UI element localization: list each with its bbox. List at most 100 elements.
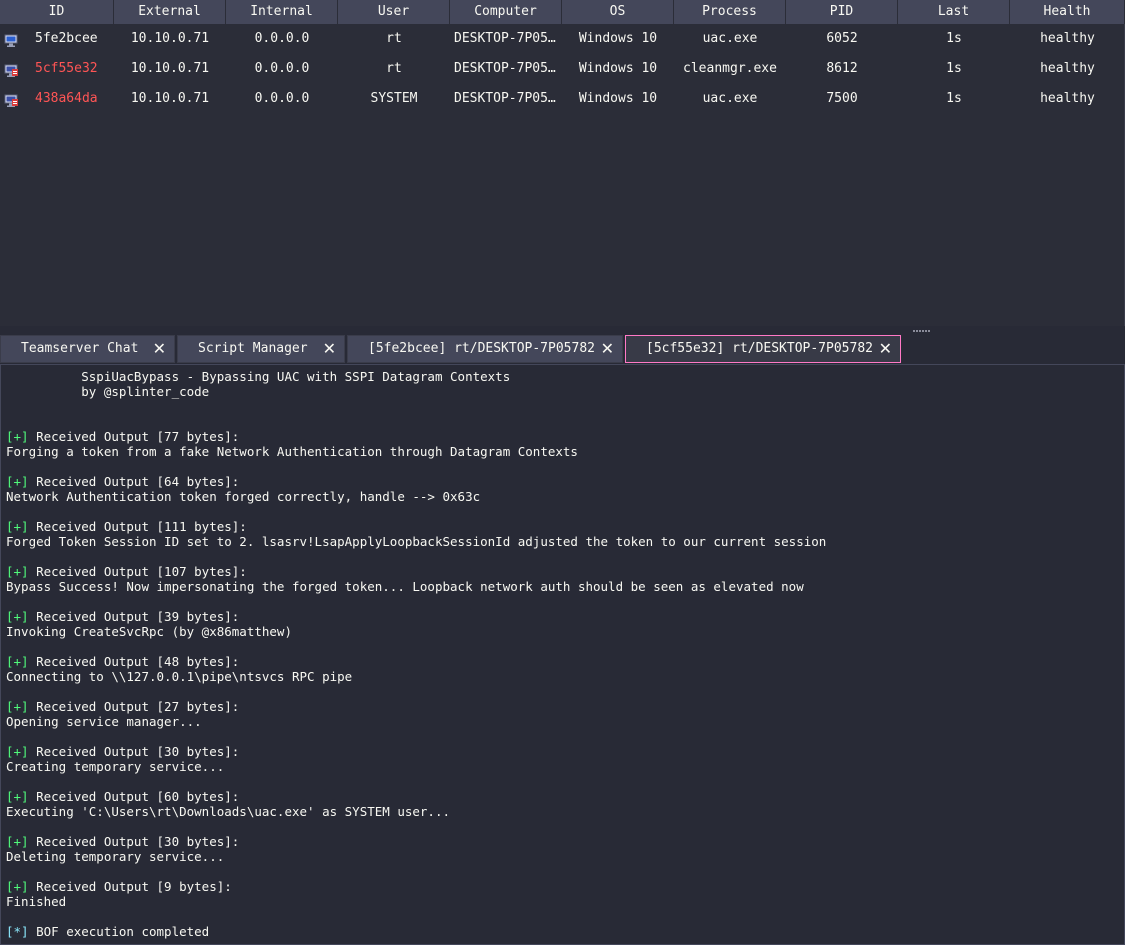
tab-teamserver-chat[interactable]: Teamserver Chat ✕ xyxy=(0,335,175,363)
console-line: Invoking CreateSvcRpc (by @x86matthew) xyxy=(6,624,1119,639)
console-line-text: Connecting to \\127.0.0.1\pipe\ntsvcs RP… xyxy=(6,669,353,684)
column-header-health[interactable]: Health xyxy=(1010,0,1125,24)
tab-label: Script Manager xyxy=(198,341,308,356)
cell-id: 438a64da xyxy=(0,84,114,114)
splitter-grip-icon[interactable] xyxy=(913,330,931,332)
console-line: Network Authentication token forged corr… xyxy=(6,489,1119,504)
cell-computer: DESKTOP-7P057… xyxy=(454,91,562,106)
cell-external: 10.10.0.71 xyxy=(130,91,210,106)
cell-process: uac.exe xyxy=(702,31,758,46)
cell-computer: DESKTOP-7P057… xyxy=(454,61,562,76)
tab-label: [5cf55e32] rt/DESKTOP-7P05782 xyxy=(646,341,873,356)
tab-session-5cf55e32[interactable]: [5cf55e32] rt/DESKTOP-7P05782 ✕ xyxy=(625,335,901,363)
console-line: [+] Received Output [30 bytes]: xyxy=(6,834,1119,849)
cell-health: healthy xyxy=(1040,91,1095,106)
console-line: [+] Received Output [64 bytes]: xyxy=(6,474,1119,489)
console-line-text: Received Output [30 bytes]: xyxy=(28,834,240,849)
column-header-process[interactable]: Process xyxy=(674,0,786,24)
console-line: [+] Received Output [107 bytes]: xyxy=(6,564,1119,579)
tab-session-5fe2bcee[interactable]: [5fe2bcee] rt/DESKTOP-7P05782 ✕ xyxy=(347,335,623,363)
console-line-text: Invoking CreateSvcRpc (by @x86matthew) xyxy=(6,624,292,639)
column-header-id[interactable]: ID xyxy=(0,0,114,24)
elevated-monitor-icon xyxy=(4,60,19,77)
console-line: by @splinter_code xyxy=(6,384,1119,399)
console-line: SspiUacBypass - Bypassing UAC with SSPI … xyxy=(6,369,1119,384)
console-line-text: by @splinter_code xyxy=(6,384,210,399)
console-line-text: Creating temporary service... xyxy=(6,759,225,774)
console-output[interactable]: SspiUacBypass - Bypassing UAC with SSPI … xyxy=(0,364,1125,945)
close-icon[interactable]: ✕ xyxy=(601,336,614,362)
console-line-text: Received Output [77 bytes]: xyxy=(28,429,240,444)
console-line-text: Received Output [64 bytes]: xyxy=(28,474,240,489)
console-line-text: Received Output [48 bytes]: xyxy=(28,654,240,669)
console-line: [*] BOF execution completed xyxy=(6,924,1119,939)
close-icon[interactable]: ✕ xyxy=(153,336,166,362)
console-line-text: Network Authentication token forged corr… xyxy=(6,489,481,504)
console-line: Forged Token Session ID set to 2. lsasrv… xyxy=(6,534,1119,549)
cell-os: Windows 10 xyxy=(578,91,658,106)
column-header-external[interactable]: External xyxy=(114,0,226,24)
monitor-icon xyxy=(4,30,19,47)
table-row[interactable]: 5cf55e32 10.10.0.71 0.0.0.0 rt DESKTOP-7P057… xyxy=(0,54,1124,84)
console-line-text: Received Output [27 bytes]: xyxy=(28,699,240,714)
console-line: [+] Received Output [9 bytes]: xyxy=(6,879,1119,894)
cell-last: 1s xyxy=(946,61,962,76)
column-header-last[interactable]: Last xyxy=(898,0,1010,24)
panel-splitter[interactable] xyxy=(0,326,1125,334)
column-header-internal[interactable]: Internal xyxy=(226,0,338,24)
cell-os: Windows 10 xyxy=(578,61,658,76)
cell-pid: 7500 xyxy=(826,91,858,106)
cell-computer: DESKTOP-7P057… xyxy=(454,31,562,46)
close-icon[interactable]: ✕ xyxy=(879,336,892,362)
cell-last: 1s xyxy=(946,91,962,106)
console-line-text: Received Output [111 bytes]: xyxy=(28,519,247,534)
cell-internal: 0.0.0.0 xyxy=(254,91,310,106)
table-row[interactable]: 5fe2bcee 10.10.0.71 0.0.0.0 rt DESKTOP-7P057… xyxy=(0,24,1124,54)
console-line: Bypass Success! Now impersonating the fo… xyxy=(6,579,1119,594)
console-line: [+] Received Output [77 bytes]: xyxy=(6,429,1119,444)
column-header-user[interactable]: User xyxy=(338,0,450,24)
cell-id: 5cf55e32 xyxy=(0,54,114,84)
cell-internal: 0.0.0.0 xyxy=(254,61,310,76)
cell-user: rt xyxy=(386,31,402,46)
console-line: Forging a token from a fake Network Auth… xyxy=(6,444,1119,459)
cell-pid: 8612 xyxy=(826,61,858,76)
success-prefix: [+] xyxy=(6,654,29,669)
table-row[interactable]: 438a64da 10.10.0.71 0.0.0.0 SYSTEM DESKTOP-7… xyxy=(0,84,1124,114)
success-prefix: [+] xyxy=(6,699,29,714)
cell-external: 10.10.0.71 xyxy=(130,31,210,46)
column-header-os[interactable]: OS xyxy=(562,0,674,24)
table-body: 5fe2bcee 10.10.0.71 0.0.0.0 rt DESKTOP-7P057… xyxy=(0,24,1124,114)
console-line-text: Forging a token from a fake Network Auth… xyxy=(6,444,578,459)
cell-process: cleanmgr.exe xyxy=(683,61,777,76)
console-line: Deleting temporary service... xyxy=(6,849,1119,864)
success-prefix: [+] xyxy=(6,609,29,624)
success-prefix: [+] xyxy=(6,879,29,894)
info-prefix: [*] xyxy=(6,924,29,939)
console-line: [+] Received Output [111 bytes]: xyxy=(6,519,1119,534)
console-line-text: BOF execution completed xyxy=(28,924,210,939)
column-header-computer[interactable]: Computer xyxy=(450,0,562,24)
console-line-text: Received Output [60 bytes]: xyxy=(28,789,240,804)
console-line: [+] Received Output [30 bytes]: xyxy=(6,744,1119,759)
tab-script-manager[interactable]: Script Manager ✕ xyxy=(177,335,345,363)
close-icon[interactable]: ✕ xyxy=(323,336,336,362)
console-line: [+] Received Output [60 bytes]: xyxy=(6,789,1119,804)
elevated-monitor-icon xyxy=(4,90,19,107)
column-header-pid[interactable]: PID xyxy=(786,0,898,24)
console-line-text: Opening service manager... xyxy=(6,714,202,729)
success-prefix: [+] xyxy=(6,744,29,759)
session-id: 5cf55e32 xyxy=(35,61,98,76)
success-prefix: [+] xyxy=(6,564,29,579)
success-prefix: [+] xyxy=(6,834,29,849)
console-line-text: Received Output [9 bytes]: xyxy=(28,879,232,894)
